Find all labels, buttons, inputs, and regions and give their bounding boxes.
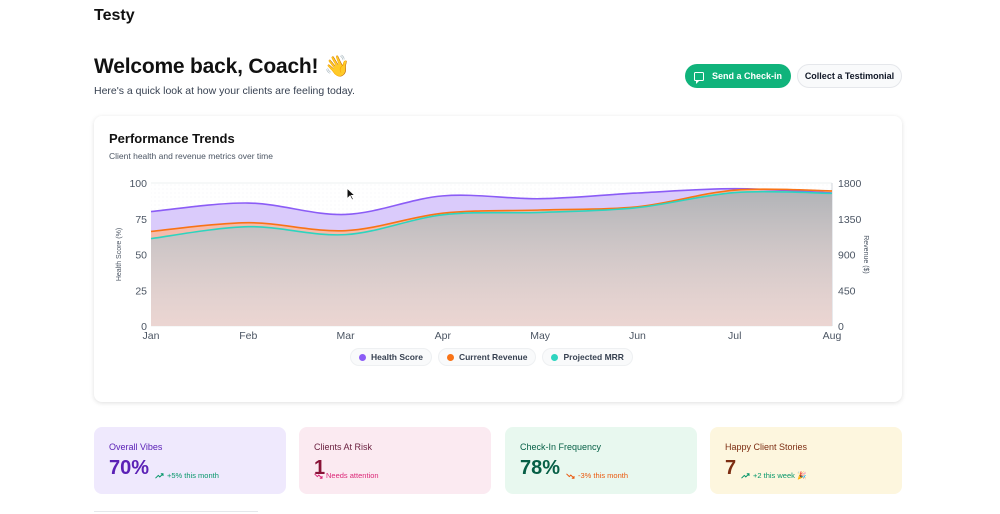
legend-dot — [359, 353, 366, 361]
performance-chart: 0255075100045090013501800Jan Feb Mar Apr May… — [116, 178, 869, 342]
stat-trend-text: +5% this month — [167, 471, 219, 480]
y-axis-label-left: Health Score (%) — [116, 228, 123, 281]
send-check-in-label: Send a Check-in — [711, 71, 783, 81]
stat-label: Overall Vibes — [109, 442, 163, 452]
stat-card-check-in-frequency[interactable]: Check-In Frequency 78% -3% this month — [505, 427, 697, 494]
trend-up-icon — [741, 472, 750, 479]
y-tick-right: 1800 — [838, 178, 862, 190]
stat-trend: -3% this month — [566, 471, 628, 480]
legend-dot — [446, 353, 454, 361]
x-tick-jun: Jun — [629, 330, 646, 342]
x-tick-jan: Jan — [143, 330, 160, 342]
welcome-section: Welcome back, Coach! 👋 Here's a quick lo… — [94, 55, 355, 97]
stat-value: 78% — [520, 457, 561, 479]
stat-label: Happy Client Stories — [725, 442, 808, 452]
collect-testimonial-button[interactable]: Collect a Testimonial — [797, 64, 902, 88]
trend-up-icon — [155, 472, 164, 479]
y-tick-right: 1350 — [838, 214, 862, 226]
legend-label: Current Revenue — [458, 352, 528, 362]
legend-item-current-revenue[interactable]: Current Revenue — [437, 348, 537, 366]
stat-trend: Needs attention — [314, 471, 379, 480]
x-tick-may: May — [530, 330, 551, 342]
welcome-subtitle: Here's a quick look at how your clients … — [94, 85, 355, 97]
x-tick-feb: Feb — [239, 330, 257, 342]
stat-card-happy-client-stories[interactable]: Happy Client Stories 7 +2 this week 🎉 — [710, 427, 902, 494]
y-axis-label-right: Revenue ($) — [862, 235, 869, 274]
chat-bubble-icon — [693, 71, 704, 84]
stat-label: Check-In Frequency — [520, 442, 602, 452]
stat-value: 70% — [109, 457, 150, 479]
app-title: Testy — [94, 7, 135, 24]
x-tick-apr: Apr — [435, 330, 452, 342]
y-tick-left: 50 — [135, 250, 147, 262]
legend-label: Projected MRR — [563, 352, 624, 362]
send-check-in-button[interactable]: Send a Check-in — [685, 64, 791, 88]
stat-value: 7 — [725, 457, 737, 479]
collect-testimonial-label: Collect a Testimonial — [804, 71, 895, 81]
stat-trend-text: Needs attention — [326, 471, 379, 480]
stat-label: Clients At Risk — [314, 442, 373, 452]
chart-legend: Health Score Current Revenue Projected MRR — [350, 348, 633, 366]
y-tick-right: 450 — [838, 285, 856, 297]
stat-trend-text: +2 this week 🎉 — [753, 471, 807, 480]
stat-card-overall-vibes[interactable]: Overall Vibes 70% +5% this month — [94, 427, 286, 494]
legend-item-health-score[interactable]: Health Score — [350, 348, 432, 366]
trend-down-icon — [566, 472, 575, 479]
performance-trends-card: Performance Trends Client health and rev… — [94, 116, 902, 402]
trend-down-icon — [314, 472, 323, 479]
legend-item-projected-mrr[interactable]: Projected MRR — [542, 348, 633, 366]
y-tick-left: 75 — [135, 214, 147, 226]
legend-dot — [551, 353, 559, 361]
welcome-heading: Welcome back, Coach! 👋 — [94, 55, 350, 78]
y-tick-left: 100 — [129, 178, 147, 190]
y-tick-right: 900 — [838, 250, 856, 262]
legend-label: Health Score — [371, 352, 423, 362]
x-tick-aug: Aug — [823, 330, 842, 342]
x-tick-jul: Jul — [728, 330, 741, 342]
y-tick-left: 25 — [135, 285, 147, 297]
stat-trend-text: -3% this month — [578, 471, 629, 480]
mouse-cursor-icon — [346, 187, 356, 201]
stat-trend: +2 this week 🎉 — [741, 471, 806, 480]
stat-card-clients-at-risk[interactable]: Clients At Risk 1 Needs attention — [299, 427, 491, 494]
x-tick-mar: Mar — [337, 330, 356, 342]
stat-trend: +5% this month — [155, 471, 219, 480]
